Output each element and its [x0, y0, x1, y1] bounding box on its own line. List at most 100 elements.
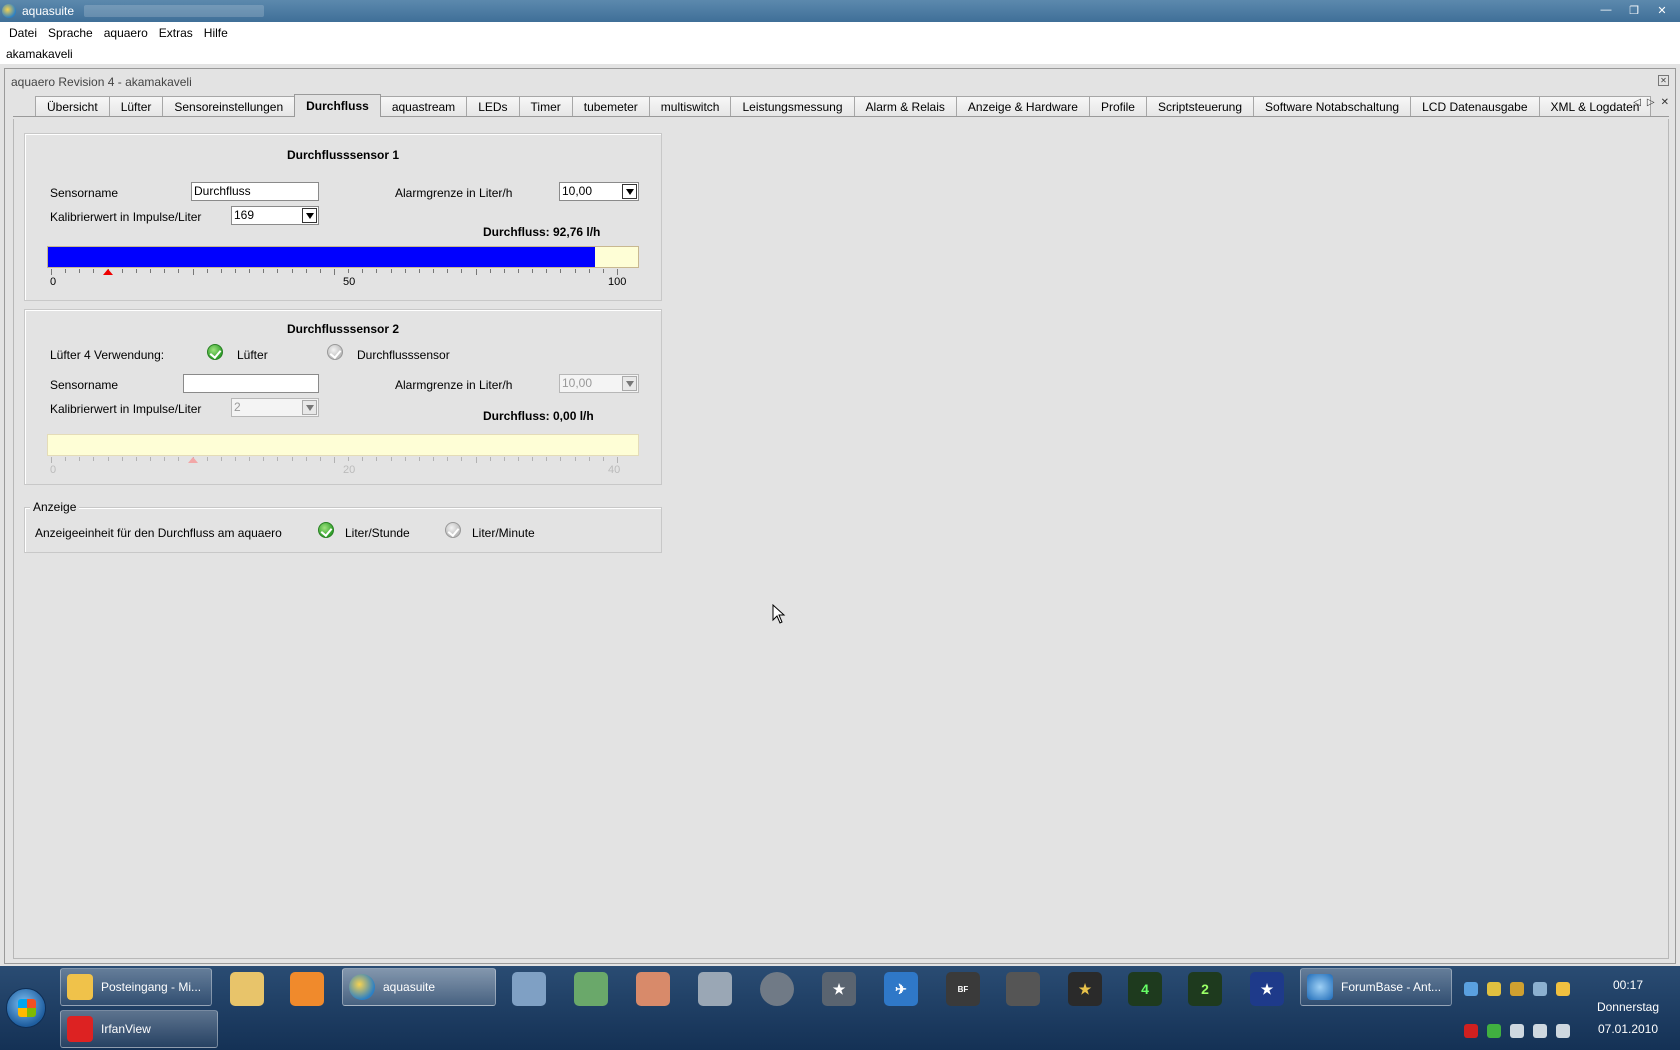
- scale-tick: [348, 269, 350, 273]
- close-button[interactable]: ✕: [1650, 2, 1674, 18]
- sensor1-flow-bar-fill: [48, 247, 596, 267]
- game-mw2-icon[interactable]: 2: [1188, 972, 1222, 1006]
- game-star-flag-icon[interactable]: ★: [1250, 972, 1284, 1006]
- chevron-down-icon[interactable]: [302, 208, 317, 223]
- tab-uebersicht[interactable]: Übersicht: [35, 96, 110, 116]
- unit-minute-radio[interactable]: [445, 522, 461, 538]
- game-battlefield-icon[interactable]: BF: [946, 972, 980, 1006]
- menu-sprache[interactable]: Sprache: [48, 26, 93, 40]
- tab-alarm-relais[interactable]: Alarm & Relais: [853, 96, 957, 116]
- panel-close-icon[interactable]: ✕: [1658, 75, 1669, 86]
- chevron-down-icon[interactable]: [622, 376, 637, 391]
- tab-leistungsmessung[interactable]: Leistungsmessung: [730, 96, 855, 116]
- tab-lcd-datenausgabe[interactable]: LCD Datenausgabe: [1410, 96, 1540, 116]
- sensor2-alarm-combo[interactable]: 10,00: [559, 374, 639, 393]
- tab-multiswitch[interactable]: multiswitch: [648, 96, 732, 116]
- sensor2-flow-bar: [47, 434, 639, 456]
- usage-fan-radio[interactable]: [207, 344, 223, 360]
- tray-icon-2[interactable]: [1487, 982, 1501, 996]
- tab-tubemeter[interactable]: tubemeter: [571, 96, 650, 116]
- scale-tick: [220, 269, 222, 273]
- tab-scriptsteuerung[interactable]: Scriptsteuerung: [1145, 96, 1255, 116]
- tray-icon-5[interactable]: [1556, 982, 1570, 996]
- usage-flow-sensor-label: Durchflusssensor: [357, 348, 450, 362]
- taskbar: Posteingang - Mi... aquasuite ForumBase …: [0, 966, 1680, 1050]
- maximize-button[interactable]: ❐: [1622, 2, 1646, 18]
- menu-extras[interactable]: Extras: [159, 26, 193, 40]
- tab-profile[interactable]: Profile: [1088, 96, 1147, 116]
- scale-tick: [206, 269, 208, 273]
- scale-tick: [93, 269, 95, 273]
- scale-tick: [206, 457, 208, 461]
- scale-tick: [390, 269, 392, 273]
- scale-tick: [135, 457, 137, 461]
- usage-flow-sensor-radio[interactable]: [327, 344, 343, 360]
- tab-scroll-left-icon[interactable]: ◁: [1633, 97, 1641, 108]
- chevron-down-icon[interactable]: [302, 400, 317, 415]
- sensor1-name-input[interactable]: Durchfluss: [191, 182, 319, 201]
- device-panel: aquaero Revision 4 - akamakaveli ✕ Übers…: [4, 68, 1676, 964]
- action-center-flag-icon[interactable]: [1510, 1024, 1524, 1038]
- tab-durchfluss[interactable]: Durchfluss: [294, 94, 381, 117]
- scale-tick: [164, 269, 166, 273]
- tab-scroll-right-icon[interactable]: ▷: [1647, 97, 1655, 108]
- app-thermometer-icon[interactable]: [636, 972, 670, 1006]
- app-disc-icon[interactable]: [760, 972, 794, 1006]
- task-irfanview-label: IrfanView: [101, 1022, 151, 1036]
- tray-icon-4[interactable]: [1533, 982, 1547, 996]
- volume-icon[interactable]: [1556, 1024, 1570, 1038]
- sensor1-alarm-combo[interactable]: 10,00: [559, 182, 639, 201]
- sensor1-alarm-label: Alarmgrenze in Liter/h: [395, 186, 513, 200]
- unit-hour-radio[interactable]: [318, 522, 334, 538]
- task-mail[interactable]: Posteingang - Mi...: [60, 968, 212, 1006]
- display-legend: Anzeige: [30, 500, 80, 514]
- minimize-button[interactable]: —: [1594, 2, 1618, 18]
- sensor2-alarm-marker: [187, 457, 198, 463]
- antivirus-icon[interactable]: [1464, 1024, 1478, 1038]
- aquasuite-app-icon: [2, 4, 16, 18]
- tab-close-icon[interactable]: ✕: [1661, 97, 1669, 108]
- scale-tick: [263, 269, 265, 273]
- network-icon[interactable]: [1533, 1024, 1547, 1038]
- sensor1-calib-combo[interactable]: 169: [231, 206, 319, 225]
- tray-icon-3[interactable]: [1510, 982, 1524, 996]
- tray-icon-1[interactable]: [1464, 982, 1478, 996]
- start-button[interactable]: [6, 988, 46, 1028]
- game-cod4-icon[interactable]: 4: [1128, 972, 1162, 1006]
- game-crysis-icon[interactable]: [1006, 972, 1040, 1006]
- task-irfanview[interactable]: IrfanView: [60, 1010, 218, 1048]
- app-star-badge-icon[interactable]: ★: [822, 972, 856, 1006]
- game-star2-icon[interactable]: ★: [1068, 972, 1102, 1006]
- app-plane-icon[interactable]: ✈: [884, 972, 918, 1006]
- sensor2-name-input[interactable]: [183, 374, 319, 393]
- tab-sensoreinstellungen[interactable]: Sensoreinstellungen: [162, 96, 296, 116]
- tab-timer[interactable]: Timer: [518, 96, 573, 116]
- sensor1-scale-label-min: 0: [50, 276, 57, 288]
- tab-aquastream[interactable]: aquastream: [379, 96, 468, 116]
- scale-tick: [291, 457, 293, 461]
- outlook-icon: [67, 974, 93, 1000]
- task-forumbase-label: ForumBase - Ant...: [1341, 980, 1442, 994]
- menu-datei[interactable]: Datei: [9, 26, 37, 40]
- tab-anzeige-hardware[interactable]: Anzeige & Hardware: [955, 96, 1090, 116]
- clock[interactable]: 00:17 Donnerstag 07.01.2010: [1580, 978, 1676, 1036]
- tab-software-notabschaltung[interactable]: Software Notabschaltung: [1253, 96, 1412, 116]
- tab-leds[interactable]: LEDs: [466, 96, 520, 116]
- app-map-icon[interactable]: [574, 972, 608, 1006]
- menu-hilfe[interactable]: Hilfe: [204, 26, 228, 40]
- sensor2-calib-combo[interactable]: 2: [231, 398, 319, 417]
- menu-aquaero[interactable]: aquaero: [104, 26, 148, 40]
- media-player-icon[interactable]: [290, 972, 324, 1006]
- sync-icon[interactable]: [1487, 1024, 1501, 1038]
- task-forumbase[interactable]: ForumBase - Ant...: [1300, 968, 1452, 1006]
- scale-tick: [546, 269, 548, 273]
- tab-luefter[interactable]: Lüfter: [108, 96, 164, 116]
- app-network-icon[interactable]: [698, 972, 732, 1006]
- chevron-down-icon[interactable]: [622, 184, 637, 199]
- usage-fan-label: Lüfter: [237, 348, 268, 362]
- explorer-icon[interactable]: [230, 972, 264, 1006]
- user-name: akamakaveli: [0, 44, 1680, 64]
- app-shield-icon[interactable]: [512, 972, 546, 1006]
- task-aquasuite[interactable]: aquasuite: [342, 968, 496, 1006]
- scale-tick: [135, 269, 137, 273]
